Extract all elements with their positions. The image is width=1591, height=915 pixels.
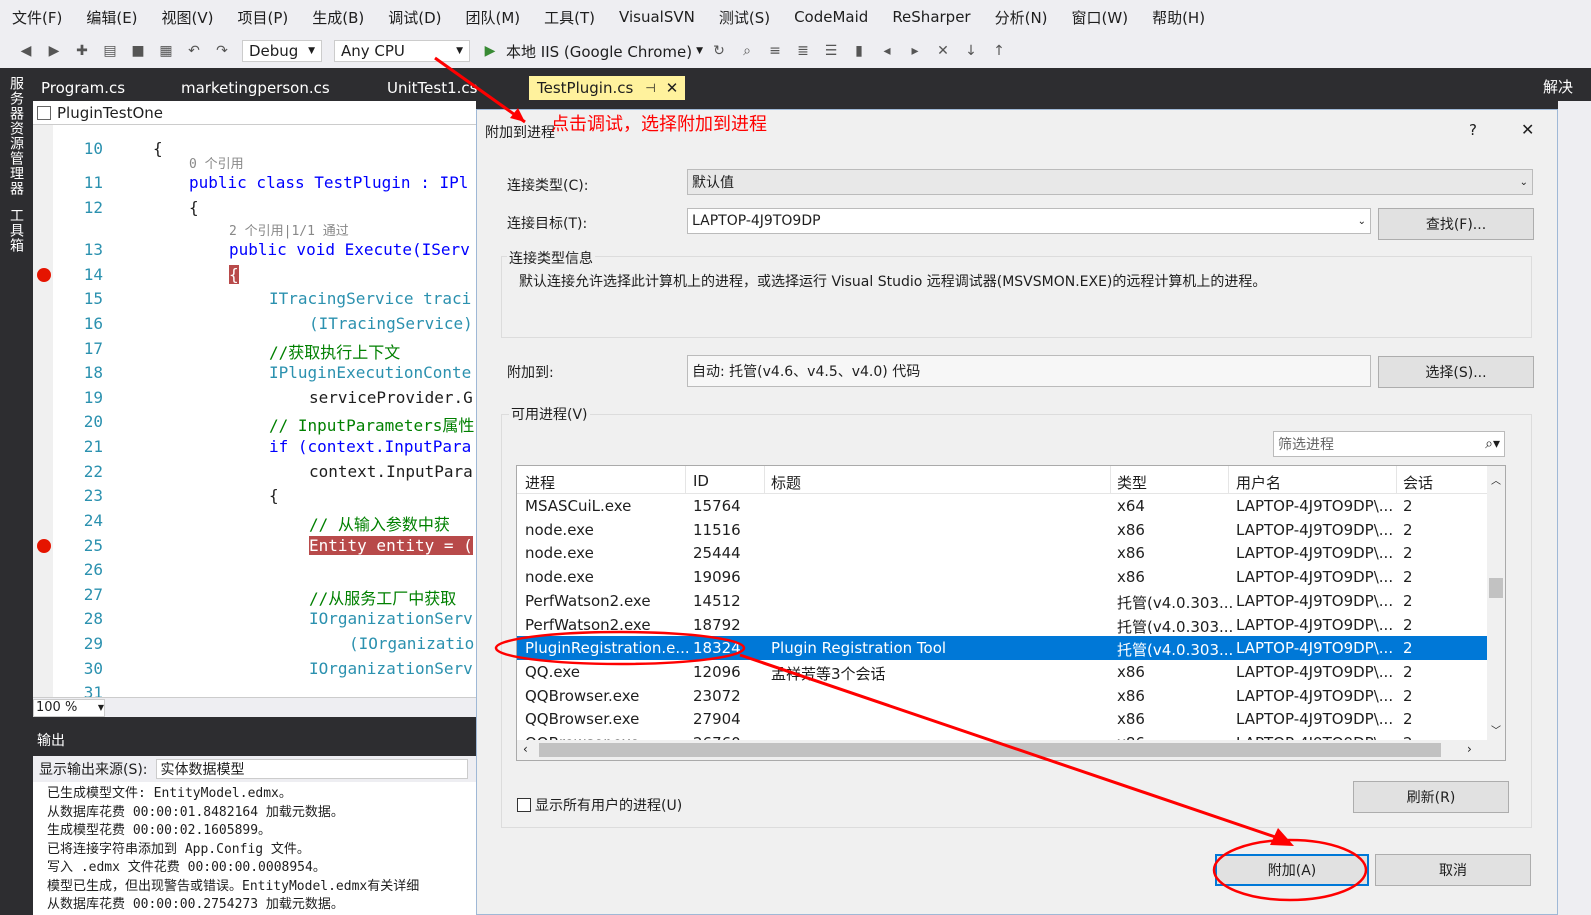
annotation-arrow-menu <box>434 56 526 124</box>
annotation-circle-attach <box>1212 838 1368 902</box>
annotation-overlay <box>434 56 1368 902</box>
annotation-arrow-attach <box>739 653 1291 844</box>
arrowhead <box>510 108 525 122</box>
annotation-circle-process <box>494 630 746 666</box>
